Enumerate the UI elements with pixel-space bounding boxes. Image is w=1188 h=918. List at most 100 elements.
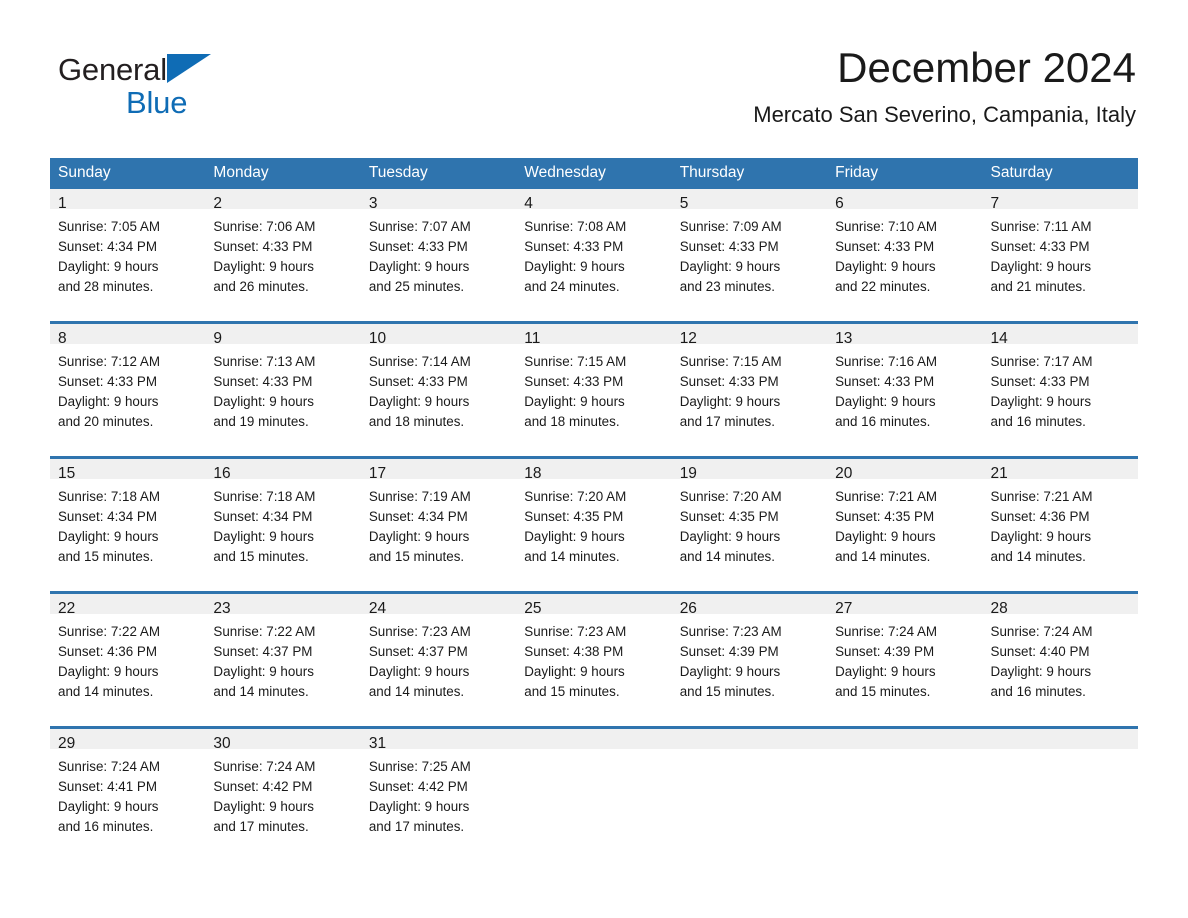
day-details: Sunrise: 7:23 AM Sunset: 4:38 PM Daylight:… [516,614,671,726]
day-cell[interactable]: 7 Sunrise: 7:11 AM Sunset: 4:33 PM Daylight… [982,189,1138,323]
sunset-text: Sunset: 4:34 PM [368,509,468,524]
day-number: 2 [205,189,361,212]
daylight-text-line2: and 15 minutes. [58,549,154,564]
daylight-text-line1: Daylight: 9 hours [58,529,159,544]
day-cell[interactable]: 21 Sunrise: 7:21 AM Sunset: 4:36 PM Dayligh… [982,456,1138,593]
day-cell[interactable]: 2 Sunrise: 7:06 AM Sunset: 4:33 PM Daylight… [205,189,361,323]
sunrise-text: Sunrise: 7:06 AM [213,219,316,234]
day-cell[interactable]: 28 Sunrise: 7:24 AM Sunset: 4:40 PM Dayligh… [982,591,1138,728]
daylight-text-line2: and 16 minutes. [990,414,1086,429]
day-cell[interactable]: 1 Sunrise: 7:05 AM Sunset: 4:34 PM Daylight… [50,189,206,323]
daylight-text-line2: and 23 minutes. [679,279,775,294]
day-cell[interactable]: 12 Sunrise: 7:15 AM Sunset: 4:33 PM Dayligh… [671,321,828,458]
daylight-text-line2: and 22 minutes. [835,279,931,294]
sunset-text: Sunset: 4:33 PM [524,374,624,389]
sunset-text: Sunset: 4:35 PM [679,509,779,524]
day-cell[interactable]: 17 Sunrise: 7:19 AM Sunset: 4:34 PM Dayligh… [360,456,517,593]
sunset-text: Sunset: 4:33 PM [990,239,1090,254]
sunrise-text: Sunrise: 7:19 AM [368,489,471,504]
daylight-text-line2: and 17 minutes. [368,819,465,834]
sunrise-text: Sunrise: 7:12 AM [58,354,160,369]
day-details: Sunrise: 7:10 AM Sunset: 4:33 PM Daylight:… [827,209,982,321]
sunset-text: Sunset: 4:41 PM [58,779,157,794]
day-cell[interactable]: 10 Sunrise: 7:14 AM Sunset: 4:33 PM Dayligh… [360,321,517,458]
day-cell[interactable]: 14 Sunrise: 7:17 AM Sunset: 4:33 PM Dayligh… [982,321,1138,458]
daylight-text-line1: Daylight: 9 hours [679,664,781,679]
day-cell[interactable]: 25 Sunrise: 7:23 AM Sunset: 4:38 PM Dayligh… [516,591,672,728]
day-number: 15 [50,459,206,482]
page-title: December 2024 [837,44,1136,91]
generalblue-logo[interactable]: General Blue [58,52,288,119]
day-cell[interactable]: 16 Sunrise: 7:18 AM Sunset: 4:34 PM Dayligh… [205,456,361,593]
day-cell[interactable]: 5 Sunrise: 7:09 AM Sunset: 4:33 PM Daylight… [671,189,828,323]
day-cell[interactable]: 13 Sunrise: 7:16 AM Sunset: 4:33 PM Dayligh… [827,321,983,458]
daylight-text-line1: Daylight: 9 hours [679,259,781,274]
sunrise-text: Sunrise: 7:24 AM [213,759,316,774]
sunrise-sunset-calendar-table: Sunday Monday Tuesday Wednesday Thursday… [50,158,1138,861]
daylight-text-line1: Daylight: 9 hours [835,529,936,544]
daylight-text-line2: and 15 minutes. [213,549,309,564]
day-cell[interactable]: 31 Sunrise: 7:25 AM Sunset: 4:42 PM Dayligh… [360,726,517,861]
day-cell[interactable]: 11 Sunrise: 7:15 AM Sunset: 4:33 PM Dayligh… [516,321,672,458]
day-cell[interactable]: 18 Sunrise: 7:20 AM Sunset: 4:35 PM Dayligh… [516,456,672,593]
day-details: Sunrise: 7:13 AM Sunset: 4:33 PM Daylight:… [205,344,360,456]
day-number: 31 [360,729,517,752]
day-cell[interactable]: 3 Sunrise: 7:07 AM Sunset: 4:33 PM Daylight… [360,189,517,323]
day-number: 13 [827,324,983,347]
day-cell[interactable]: 29 Sunrise: 7:24 AM Sunset: 4:41 PM Dayligh… [50,726,206,861]
day-details: Sunrise: 7:18 AM Sunset: 4:34 PM Daylight:… [205,479,360,591]
day-cell[interactable]: 8 Sunrise: 7:12 AM Sunset: 4:33 PM Daylight… [50,321,206,458]
day-cell[interactable]: 9 Sunrise: 7:13 AM Sunset: 4:33 PM Daylight… [205,321,361,458]
daylight-text-line2: and 16 minutes. [58,819,154,834]
sunrise-text: Sunrise: 7:15 AM [679,354,782,369]
day-cell[interactable]: 22 Sunrise: 7:22 AM Sunset: 4:36 PM Dayligh… [50,591,206,728]
day-details: Sunrise: 7:11 AM Sunset: 4:33 PM Daylight:… [983,209,1138,321]
daylight-text-line1: Daylight: 9 hours [835,259,936,274]
day-cell[interactable]: 6 Sunrise: 7:10 AM Sunset: 4:33 PM Daylight… [827,189,983,323]
day-details: Sunrise: 7:05 AM Sunset: 4:34 PM Daylight:… [50,209,205,321]
daylight-text-line2: and 14 minutes. [58,684,154,699]
day-cell[interactable]: 4 Sunrise: 7:08 AM Sunset: 4:33 PM Daylight… [516,189,672,323]
weekday-header-monday: Monday [205,158,361,189]
day-number [516,729,672,749]
day-cell[interactable]: 23 Sunrise: 7:22 AM Sunset: 4:37 PM Dayligh… [205,591,361,728]
week-row: 15 Sunrise: 7:18 AM Sunset: 4:34 PM Dayligh… [50,456,1138,593]
daylight-text-line1: Daylight: 9 hours [990,664,1092,679]
daylight-text-line2: and 14 minutes. [524,549,620,564]
day-cell[interactable]: 19 Sunrise: 7:20 AM Sunset: 4:35 PM Dayligh… [671,456,828,593]
page-header: General Blue December 2024 Mercato San S… [0,0,1188,127]
day-number: 22 [50,594,206,617]
sunrise-text: Sunrise: 7:10 AM [835,219,938,234]
weekday-header-sunday: Sunday [50,158,206,189]
daylight-text-line2: and 14 minutes. [213,684,309,699]
sunset-text: Sunset: 4:40 PM [990,644,1090,659]
weekday-header-wednesday: Wednesday [516,158,672,189]
day-cell[interactable]: 24 Sunrise: 7:23 AM Sunset: 4:37 PM Dayligh… [360,591,517,728]
daylight-text-line1: Daylight: 9 hours [368,394,470,409]
sunrise-text: Sunrise: 7:20 AM [679,489,782,504]
day-number: 26 [671,594,828,617]
day-number: 18 [516,459,672,482]
sunrise-text: Sunrise: 7:20 AM [524,489,627,504]
day-details: Sunrise: 7:23 AM Sunset: 4:39 PM Daylight:… [672,614,827,726]
day-number: 7 [982,189,1138,212]
sunrise-text: Sunrise: 7:05 AM [58,219,160,234]
day-details: Sunrise: 7:09 AM Sunset: 4:33 PM Daylight:… [672,209,827,321]
day-cell[interactable]: 27 Sunrise: 7:24 AM Sunset: 4:39 PM Dayligh… [827,591,983,728]
daylight-text-line2: and 17 minutes. [679,414,775,429]
sunrise-text: Sunrise: 7:25 AM [368,759,471,774]
day-cell[interactable]: 20 Sunrise: 7:21 AM Sunset: 4:35 PM Dayligh… [827,456,983,593]
day-number: 21 [982,459,1138,482]
daylight-text-line1: Daylight: 9 hours [679,529,781,544]
sunset-text: Sunset: 4:33 PM [368,374,468,389]
day-cell[interactable]: 30 Sunrise: 7:24 AM Sunset: 4:42 PM Dayligh… [205,726,361,861]
daylight-text-line2: and 19 minutes. [213,414,309,429]
day-number: 9 [205,324,361,347]
sunset-text: Sunset: 4:33 PM [990,374,1090,389]
day-cell[interactable]: 26 Sunrise: 7:23 AM Sunset: 4:39 PM Dayligh… [671,591,828,728]
logo-bottom-row: Blue [58,87,288,119]
day-details: Sunrise: 7:12 AM Sunset: 4:33 PM Daylight:… [50,344,205,456]
day-cell[interactable]: 15 Sunrise: 7:18 AM Sunset: 4:34 PM Dayligh… [50,456,206,593]
daylight-text-line2: and 14 minutes. [368,684,465,699]
day-details: Sunrise: 7:20 AM Sunset: 4:35 PM Daylight:… [672,479,827,591]
